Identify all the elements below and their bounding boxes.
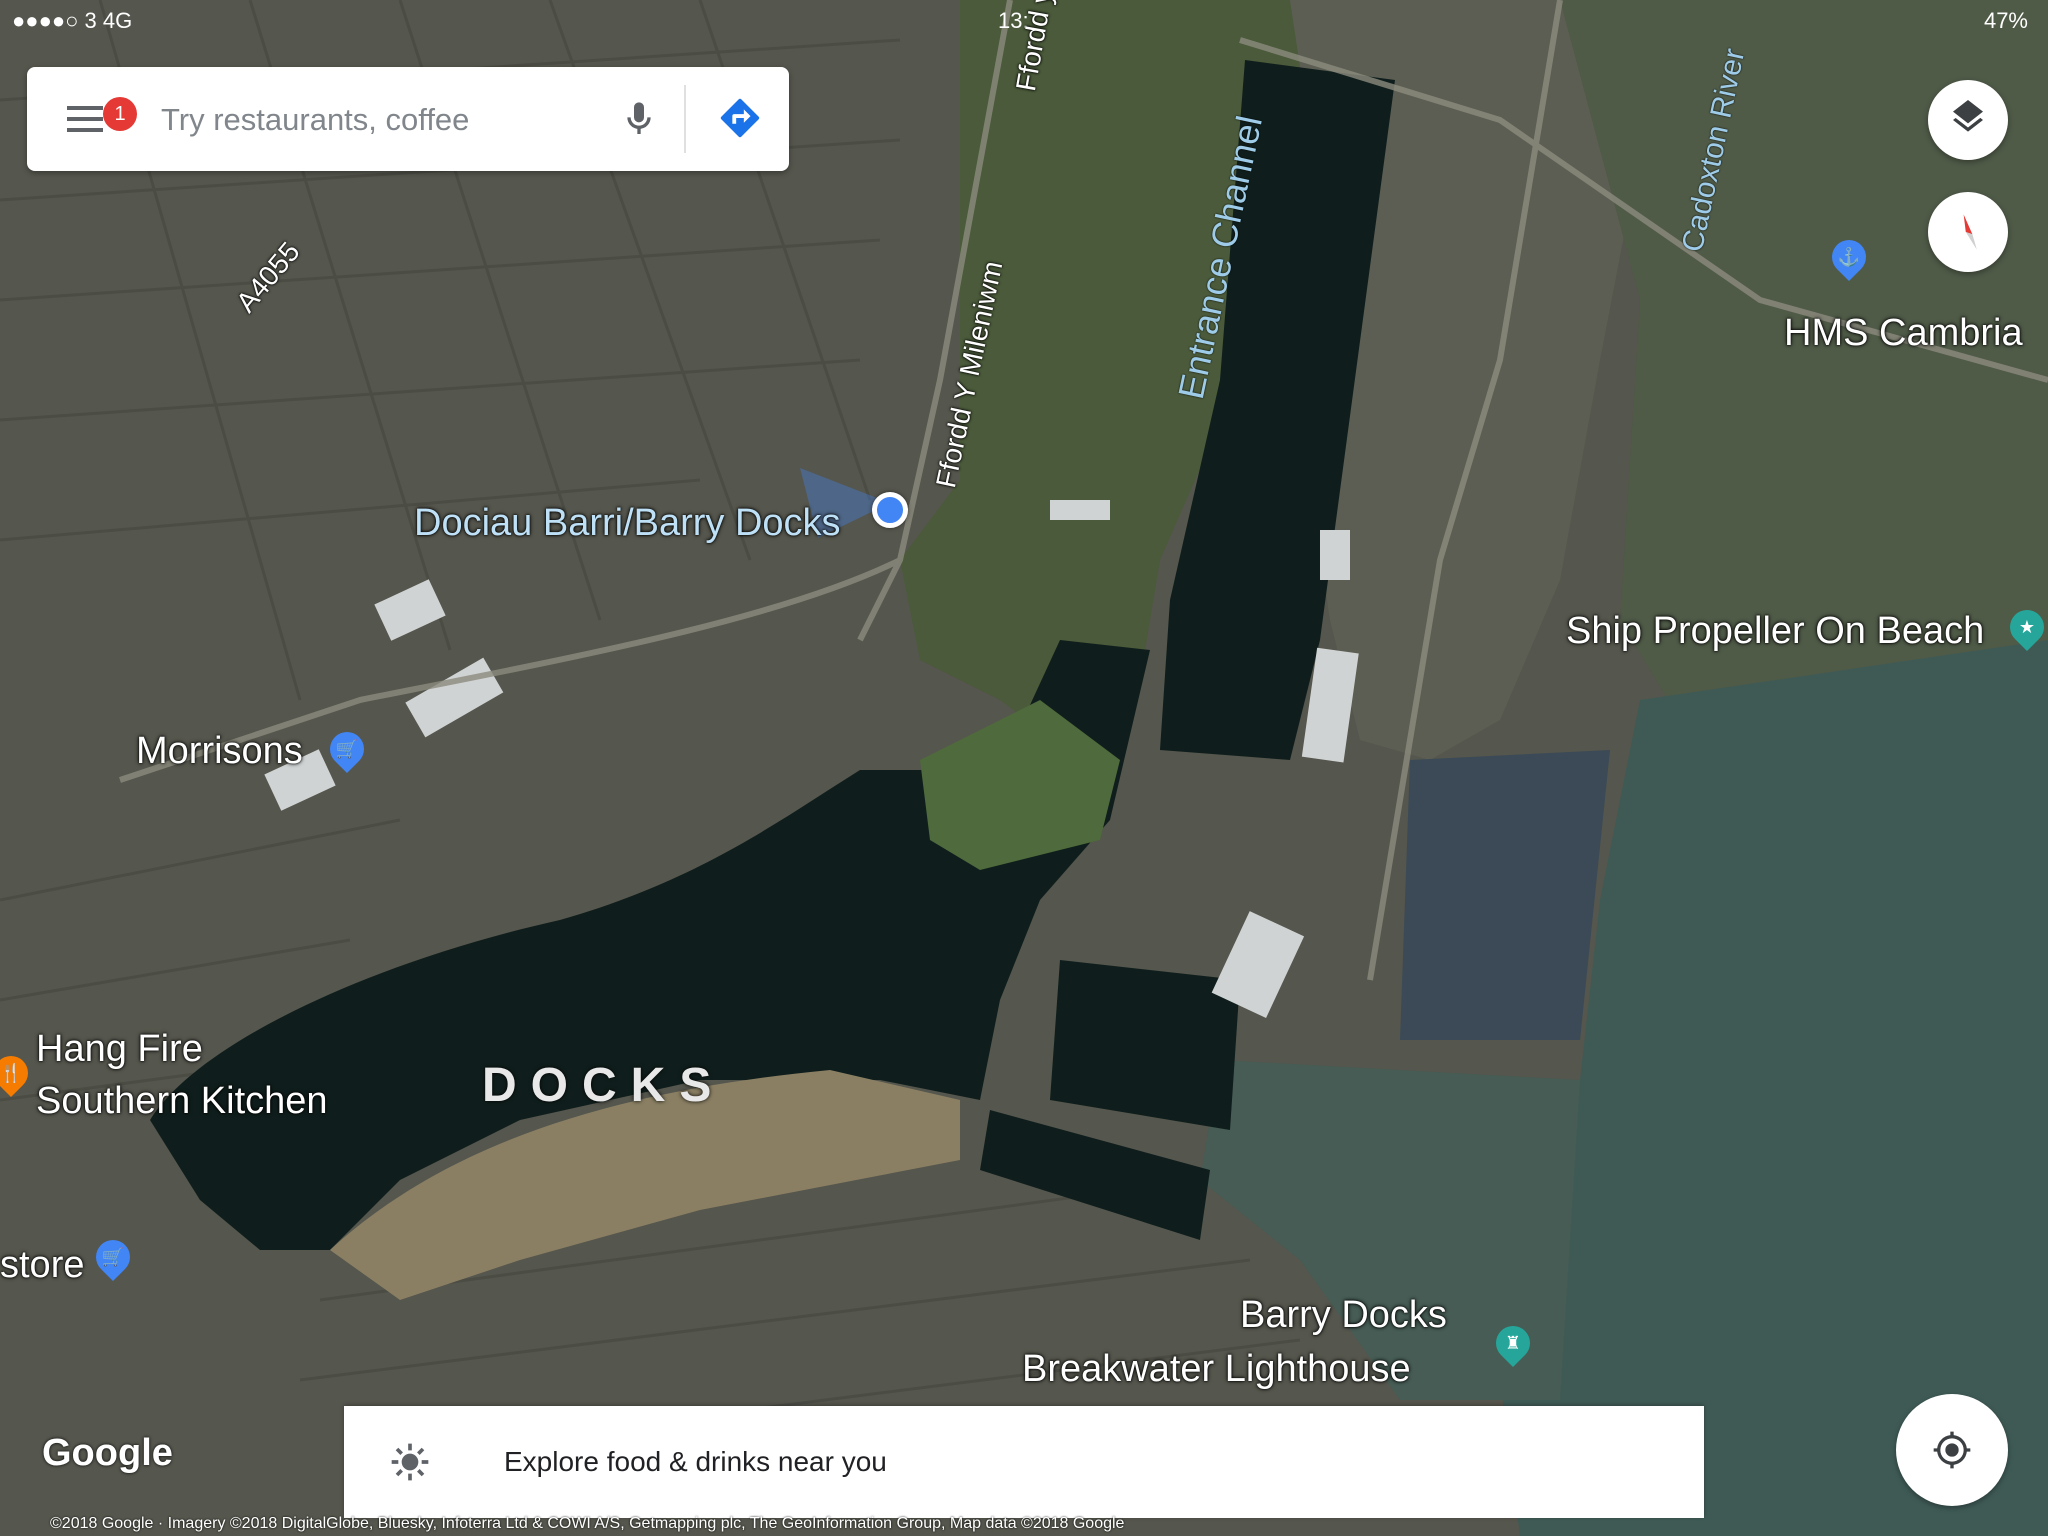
search-input[interactable]: Try restaurants, coffee [161,102,469,138]
poi-label-ship-propeller[interactable]: Ship Propeller On Beach [1566,610,1984,653]
poi-label-store[interactable]: store [0,1244,84,1287]
current-location-dot[interactable] [872,492,908,528]
signal-carrier: ●●●●○ 3 4G [12,8,133,33]
explore-card[interactable]: Explore food & drinks near you [344,1406,1704,1518]
menu-icon[interactable] [67,99,107,139]
map-attribution: ©2018 Google · Imagery ©2018 DigitalGlob… [50,1515,1125,1532]
locate-me-button[interactable] [1896,1394,2008,1506]
shopping-pin-icon[interactable]: 🛒 [322,724,372,774]
google-logo: Google [42,1432,173,1474]
locate-icon [1933,1431,1971,1469]
poi-label-hang-fire[interactable]: Hang Fire [36,1028,203,1071]
compass-icon [1963,214,1977,250]
landmark-pin-icon[interactable]: ♜ [1488,1318,1538,1368]
mic-icon[interactable] [619,97,659,141]
poi-label-hms-cambria[interactable]: HMS Cambria [1784,312,2023,355]
compass-button[interactable] [1928,192,2008,272]
search-bar[interactable]: 1 Try restaurants, coffee [27,67,789,171]
satellite-map[interactable] [0,0,2048,1536]
search-divider [684,85,686,153]
layers-icon [1953,100,1983,132]
explore-sun-icon [391,1443,429,1481]
landmark-pin-icon[interactable]: ★ [2002,602,2048,652]
directions-icon[interactable] [717,95,763,141]
area-label-docks: DOCKS [482,1059,726,1112]
poi-label-lighthouse[interactable]: Barry Docks [1240,1294,1447,1337]
notification-badge: 1 [103,97,137,131]
shopping-pin-icon[interactable]: 🛒 [88,1232,138,1282]
poi-label-morrisons[interactable]: Morrisons [136,730,303,773]
station-label-barry-docks[interactable]: Dociau Barri/Barry Docks [414,502,841,545]
battery-level: 47% [1983,8,2028,33]
explore-text: Explore food & drinks near you [504,1446,887,1477]
poi-label-lighthouse-sub[interactable]: Breakwater Lighthouse [1022,1348,1411,1391]
landmark-pin-icon[interactable]: ⚓ [1824,232,1874,282]
poi-label-hang-fire-sub[interactable]: Southern Kitchen [36,1080,328,1123]
layers-button[interactable] [1928,80,2008,160]
